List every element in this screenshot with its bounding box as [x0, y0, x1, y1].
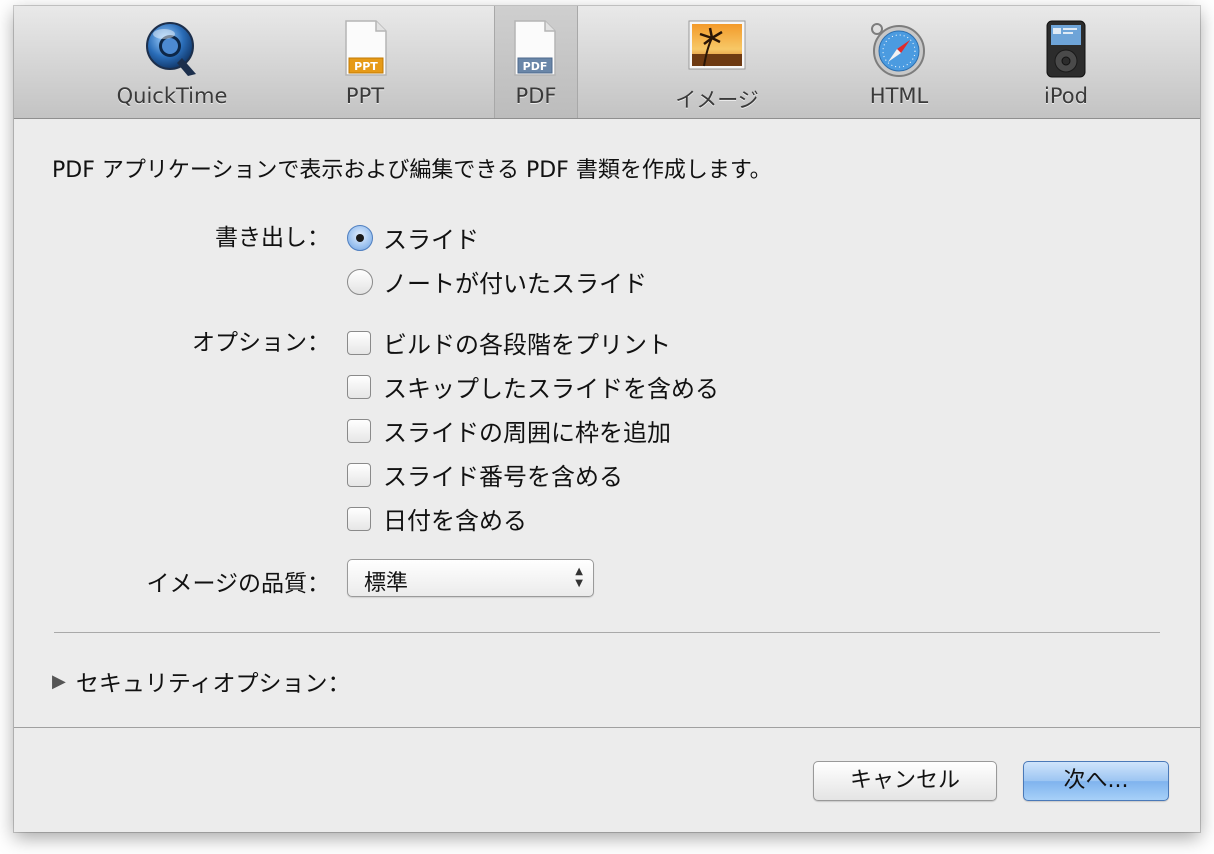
tab-image[interactable]: イメージ [654, 6, 780, 118]
checkbox-include-date[interactable]: 日付を含める [347, 501, 527, 536]
tab-label: iPod [1044, 84, 1088, 108]
tab-label: HTML [869, 84, 929, 108]
quicktime-icon [146, 22, 196, 76]
checkbox[interactable] [347, 462, 371, 487]
updown-arrows-icon: ▲ ▼ [575, 566, 583, 589]
checkbox-label: ビルドの各段階をプリント [383, 331, 671, 359]
ipod-icon [1046, 20, 1086, 78]
options-label: オプション： [192, 330, 330, 356]
checkbox-label: スライドの周囲に枠を追加 [383, 419, 671, 447]
tab-pdf[interactable]: PDF PDF [494, 6, 578, 118]
description-text: PDF アプリケーションで表示および編集できる PDF 書類を作成します。 [52, 158, 772, 183]
radio-slides-with-notes[interactable]: ノートが付いたスライド [347, 264, 647, 299]
radio-slides[interactable]: スライド [347, 220, 479, 255]
checkbox-include-skipped-slides[interactable]: スキップしたスライドを含める [347, 369, 719, 404]
radio-button[interactable] [347, 224, 373, 251]
radio-label: ノートが付いたスライド [383, 270, 647, 298]
export-format-toolbar: QuickTime PPT PPT PDF PDF イメージ HTML iPod [14, 6, 1200, 119]
tab-ipod[interactable]: iPod [1014, 6, 1118, 118]
checkbox[interactable] [347, 506, 371, 531]
popup-value: 標準 [364, 571, 409, 596]
checkbox[interactable] [347, 374, 371, 399]
pdf-badge: PDF [523, 60, 548, 73]
disclosure-triangle-icon[interactable]: ▶ [52, 671, 66, 692]
checkbox[interactable] [347, 418, 371, 443]
tab-html[interactable]: HTML [844, 6, 954, 118]
checkbox-include-slide-numbers[interactable]: スライド番号を含める [347, 457, 623, 492]
divider [54, 632, 1160, 633]
security-options-disclosure[interactable]: ▶ セキュリティオプション： [52, 664, 350, 698]
tab-ppt[interactable]: PPT PPT [310, 6, 420, 118]
safari-compass-icon [871, 23, 925, 77]
tab-label: QuickTime [116, 84, 228, 108]
checkbox-label: 日付を含める [383, 507, 527, 535]
tab-label: PPT [345, 84, 385, 108]
cancel-button[interactable]: キャンセル [813, 761, 997, 801]
checkbox-add-borders[interactable]: スライドの周囲に枠を追加 [347, 413, 671, 448]
tab-label: PDF [515, 84, 557, 108]
radio-button[interactable] [347, 268, 373, 295]
checkbox-label: スキップしたスライドを含める [383, 375, 719, 403]
next-button[interactable]: 次へ... [1023, 761, 1169, 801]
divider [14, 727, 1200, 728]
tab-quicktime[interactable]: QuickTime [96, 6, 248, 118]
image-photo-icon [688, 20, 746, 70]
image-quality-popup[interactable]: 標準 ▲ ▼ [347, 559, 594, 597]
checkbox-label: スライド番号を含める [383, 463, 623, 491]
export-label: 書き出し： [215, 225, 330, 251]
ppt-badge: PPT [354, 60, 378, 73]
security-options-label: セキュリティオプション： [75, 671, 351, 697]
tab-label: イメージ [675, 88, 759, 112]
radio-label: スライド [383, 226, 479, 254]
export-dialog: QuickTime PPT PPT PDF PDF イメージ HTML iPod… [14, 6, 1200, 832]
pdf-document-icon: PDF [514, 20, 556, 76]
checkbox[interactable] [347, 330, 371, 355]
checkbox-print-build-stages[interactable]: ビルドの各段階をプリント [347, 325, 671, 360]
image-quality-label: イメージの品質： [146, 571, 330, 597]
ppt-document-icon: PPT [345, 20, 387, 76]
